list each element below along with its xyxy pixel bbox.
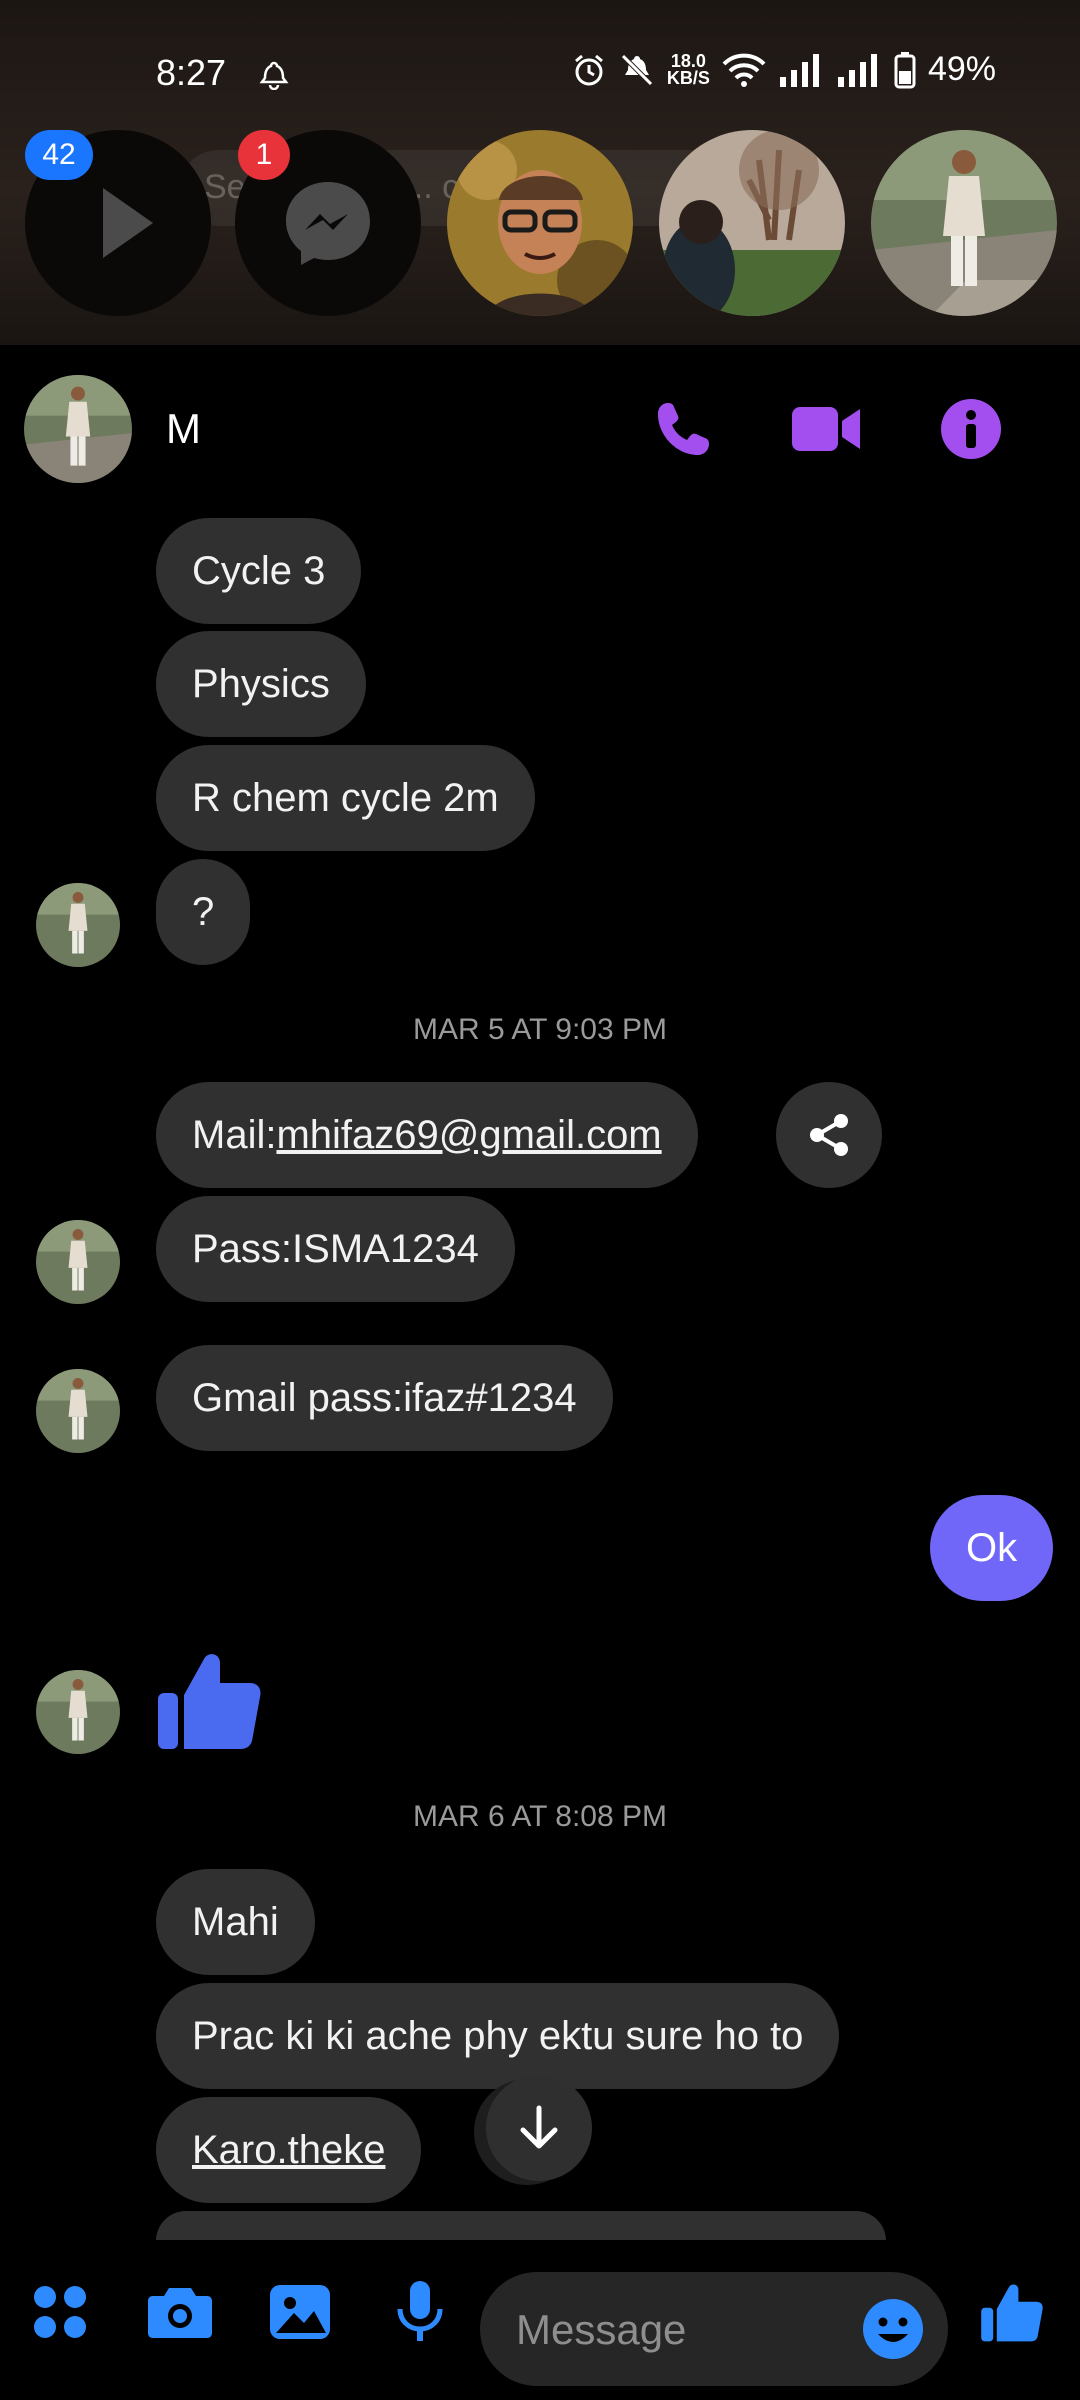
signal-icon-2 bbox=[836, 53, 882, 87]
sender-avatar[interactable] bbox=[36, 1369, 120, 1453]
message-bubble[interactable]: Mahi bbox=[156, 1869, 315, 1975]
battery-icon bbox=[894, 51, 916, 89]
share-icon bbox=[810, 1114, 848, 1156]
wifi-icon bbox=[722, 52, 766, 88]
status-time: 8:27 bbox=[156, 52, 227, 93]
chat-head-portrait[interactable] bbox=[447, 130, 633, 316]
my-message-bubble[interactable]: Ok bbox=[930, 1495, 1054, 1601]
contact-avatar[interactable] bbox=[24, 375, 132, 483]
apps-grid-icon bbox=[34, 2286, 86, 2338]
message-bubble-partial bbox=[156, 2211, 886, 2241]
message-composer: Message bbox=[0, 2240, 1080, 2400]
voice-call-button[interactable] bbox=[648, 393, 720, 465]
emoji-icon bbox=[863, 2299, 923, 2359]
avatar-person-icon bbox=[871, 130, 1057, 316]
send-like-button[interactable] bbox=[968, 2272, 1058, 2352]
mute-icon bbox=[619, 52, 655, 88]
email-prefix: Mail: bbox=[192, 1112, 277, 1157]
message-bubble[interactable]: ? bbox=[156, 859, 251, 965]
timestamp: MAR 5 AT 9:03 PM bbox=[413, 1013, 667, 1046]
avatar-portrait-icon bbox=[447, 130, 633, 316]
message-bubble-email[interactable]: Mail: mhifaz69@gmail.com bbox=[156, 1082, 698, 1188]
message-bubble[interactable]: R chem cycle 2m bbox=[156, 745, 535, 851]
info-icon bbox=[941, 399, 1001, 459]
notification-bell-icon bbox=[258, 58, 290, 90]
chat-head-trees[interactable] bbox=[659, 130, 845, 316]
image-icon bbox=[270, 2285, 330, 2339]
sender-avatar[interactable] bbox=[36, 1220, 120, 1304]
signal-icon-1 bbox=[778, 53, 824, 87]
conversation-sheet: M Cycle 3 Physics R chem cycle 2m ? MAR … bbox=[0, 345, 1080, 2400]
timestamp: MAR 6 AT 8:08 PM bbox=[413, 1800, 667, 1833]
play-icon bbox=[103, 188, 153, 258]
emoji-button[interactable] bbox=[858, 2294, 928, 2364]
status-bar: 8:27 18.0 KB/S 49% bbox=[0, 48, 1080, 98]
info-button[interactable] bbox=[935, 393, 1007, 465]
like-sticker-icon[interactable] bbox=[156, 1645, 266, 1755]
link-text[interactable]: Karo.theke bbox=[192, 2128, 385, 2173]
net-speed-unit: KB/S bbox=[666, 67, 710, 88]
message-bubble-link[interactable]: Karo.theke bbox=[156, 2097, 422, 2203]
message-bubble[interactable]: Cycle 3 bbox=[156, 518, 362, 624]
unread-badge-42: 42 bbox=[25, 130, 93, 180]
sender-avatar[interactable] bbox=[36, 883, 120, 967]
thumbs-up-icon bbox=[981, 2284, 1043, 2342]
microphone-icon bbox=[397, 2281, 443, 2341]
phone-icon bbox=[658, 403, 709, 455]
chat-heads-row: Search ... os ... c bbox=[0, 130, 1080, 320]
message-bubble[interactable]: Physics bbox=[156, 631, 366, 737]
chat-heads-strip: 8:27 18.0 KB/S 49% ... c 42 1 bbox=[0, 0, 1080, 345]
message-bubble[interactable]: Gmail pass:ifaz#1234 bbox=[156, 1345, 613, 1451]
apps-button[interactable] bbox=[20, 2272, 100, 2352]
net-speed-value: 18.0 bbox=[670, 50, 706, 71]
battery-percent: 49% bbox=[927, 50, 996, 88]
conversation-header: M bbox=[0, 345, 1080, 515]
email-link[interactable]: mhifaz69@gmail.com bbox=[276, 1113, 661, 1158]
arrow-down-icon bbox=[520, 2105, 558, 2149]
chat-head-m[interactable] bbox=[871, 130, 1057, 316]
contact-name[interactable]: M bbox=[166, 405, 201, 453]
video-camera-icon bbox=[792, 407, 860, 451]
scroll-to-bottom-button[interactable] bbox=[486, 2075, 592, 2181]
camera-button[interactable] bbox=[140, 2272, 220, 2352]
sender-avatar[interactable] bbox=[36, 1670, 120, 1754]
camera-icon bbox=[148, 2288, 212, 2338]
net-speed: 18.0 KB/S bbox=[666, 50, 710, 88]
video-call-button[interactable] bbox=[790, 393, 862, 465]
voice-message-button[interactable] bbox=[380, 2272, 460, 2352]
message-input[interactable]: Message bbox=[480, 2272, 948, 2386]
message-bubble[interactable]: Pass:ISMA1234 bbox=[156, 1196, 515, 1302]
message-bubble[interactable]: Prac ki ki ache phy ektu sure ho to bbox=[156, 1983, 840, 2089]
avatar-trees-icon bbox=[659, 130, 845, 316]
share-button[interactable] bbox=[776, 1082, 882, 1188]
message-placeholder: Message bbox=[516, 2306, 687, 2353]
unread-badge-1: 1 bbox=[238, 130, 290, 180]
status-icons: 18.0 KB/S 49% bbox=[571, 50, 996, 89]
alarm-icon bbox=[571, 52, 607, 88]
gallery-button[interactable] bbox=[260, 2272, 340, 2352]
